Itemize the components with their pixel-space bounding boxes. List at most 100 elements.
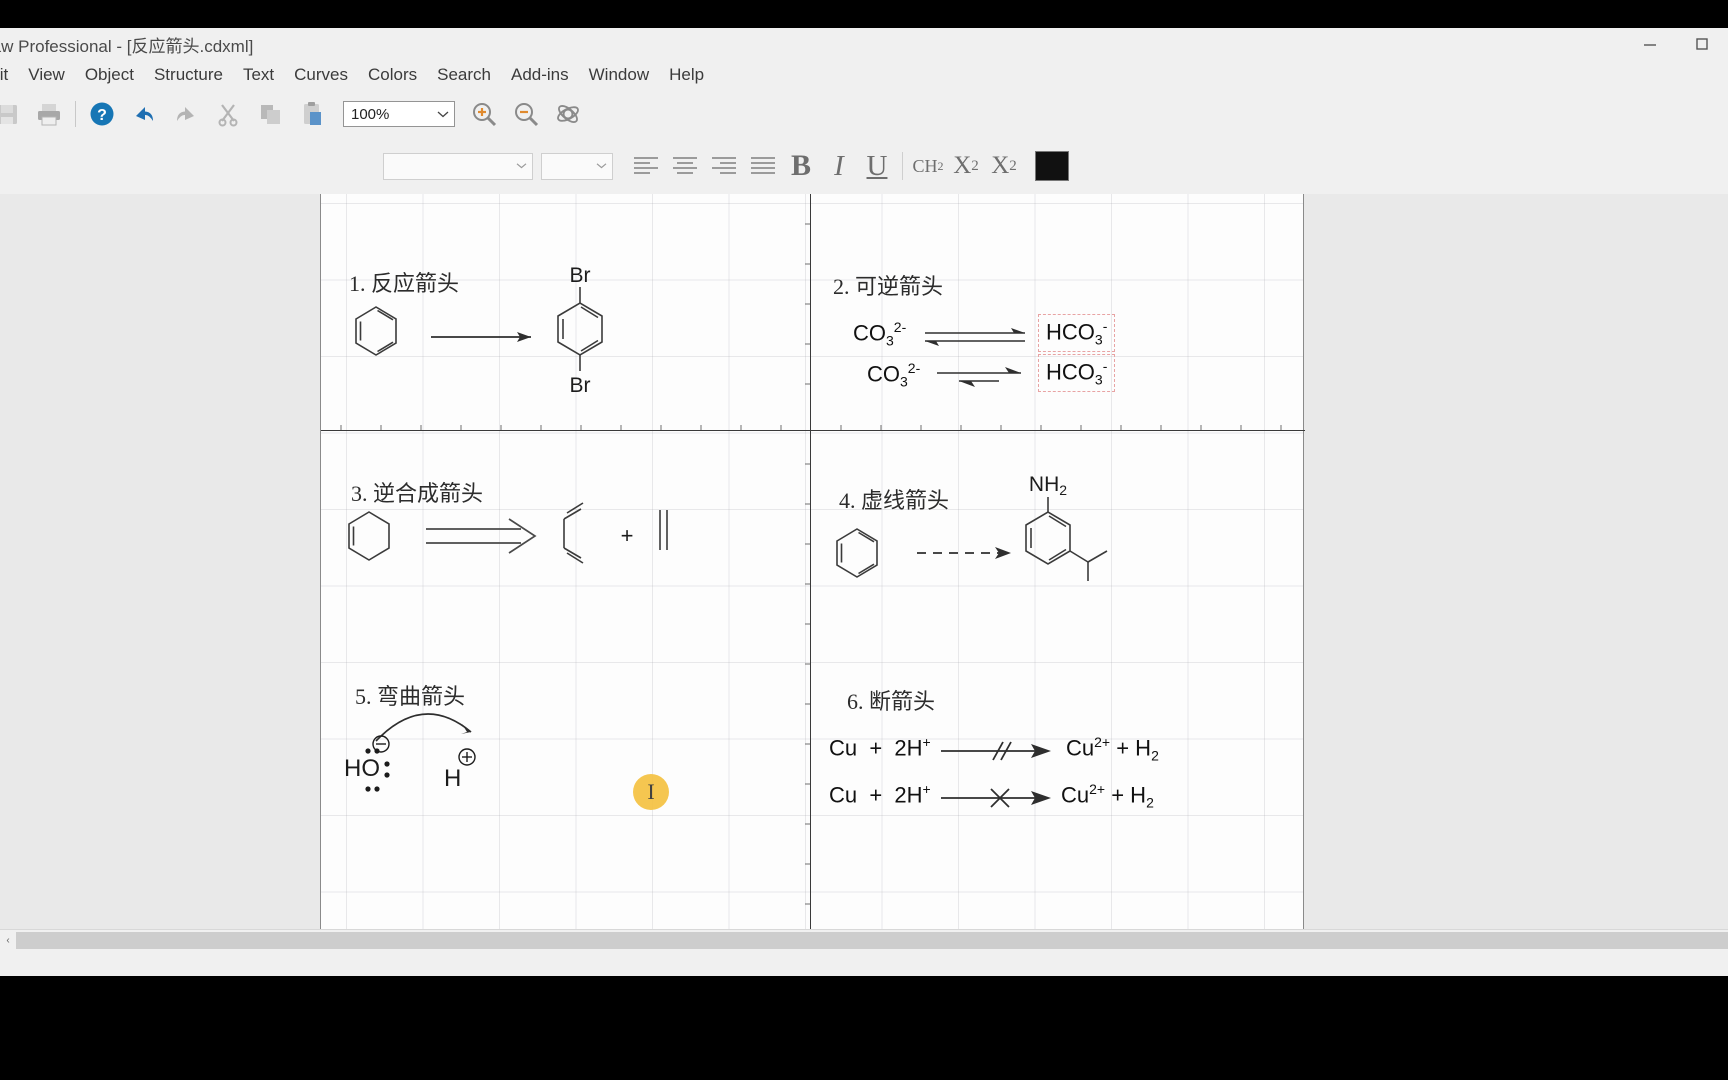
minimize-button[interactable]	[1624, 28, 1676, 60]
equilibrium-arrow-unequal[interactable]	[933, 364, 1027, 390]
canvas-margin-right	[1304, 194, 1728, 929]
dashed-arrow	[917, 547, 1011, 559]
zoom-combobox[interactable]: 100%	[343, 101, 455, 127]
chevron-down-icon[interactable]	[590, 161, 612, 172]
panel-2-number: 2.	[833, 274, 850, 299]
superscript-button[interactable]: X2	[985, 146, 1023, 186]
font-family-combobox[interactable]	[383, 152, 533, 180]
panel-2-label: 2. 可逆箭头	[833, 269, 943, 301]
menu-item-colors[interactable]: Colors	[358, 63, 427, 87]
title-bar: raw Professional - [反应箭头.cdxml]	[0, 28, 1728, 60]
panel-retrosynthetic-arrow[interactable]: 3. 逆合成箭头 +	[331, 431, 809, 631]
nogo-row2-left[interactable]: Cu + 2H+	[829, 781, 931, 808]
menu-item-view[interactable]: View	[18, 63, 75, 87]
panel-curved-arrow[interactable]: 5. 弯曲箭头 HO H	[331, 634, 809, 834]
alignment-group	[626, 147, 782, 185]
align-center-icon[interactable]	[665, 147, 704, 185]
menu-item-structure[interactable]: Structure	[144, 63, 233, 87]
equilibrium-arrow-equal[interactable]	[921, 324, 1031, 350]
panel-4-scheme[interactable]: NH2	[811, 431, 1305, 631]
chevron-down-icon[interactable]	[510, 161, 532, 172]
nogo-row1-right[interactable]: Cu2+ + H2	[1066, 734, 1159, 764]
maximize-button[interactable]	[1676, 28, 1728, 60]
panel-5-scheme[interactable]: HO H	[331, 634, 809, 834]
panel-1-scheme[interactable]: Br Br	[331, 194, 809, 430]
hydroxide-label: HO	[344, 755, 380, 782]
panel-reaction-arrow[interactable]: 1. 反应箭头 Br Br	[331, 194, 809, 430]
butadiene-structure	[563, 502, 584, 564]
dibromobenzene-ring	[557, 287, 603, 371]
menu-item-curves[interactable]: Curves	[284, 63, 358, 87]
panel-6-title: 断箭头	[869, 689, 936, 714]
help-icon[interactable]: ?	[81, 93, 123, 135]
isopropylaniline-ring	[1025, 497, 1108, 581]
undo-icon[interactable]	[123, 93, 165, 135]
print-icon[interactable]	[28, 93, 70, 135]
mouse-cursor: I	[633, 774, 669, 810]
zoom-out-icon[interactable]	[505, 93, 547, 135]
co3-label-row1[interactable]: CO32-	[853, 319, 906, 349]
panel-dashed-arrow[interactable]: 4. 虚线箭头 NH2	[811, 431, 1305, 631]
window-controls	[1624, 28, 1728, 60]
menu-item-object[interactable]: Object	[75, 63, 144, 87]
proton-label: H	[444, 765, 461, 792]
panel-3-scheme[interactable]: +	[331, 431, 809, 631]
align-left-icon[interactable]	[626, 147, 665, 185]
underline-button[interactable]: U	[858, 146, 896, 186]
co3-label-row2[interactable]: CO32-	[867, 360, 920, 390]
menu-item-edit[interactable]: lit	[0, 63, 18, 87]
subscript-button[interactable]: X2	[947, 146, 985, 186]
italic-button[interactable]: I	[820, 146, 858, 186]
document-page[interactable]: 1. 反应箭头 Br Br 2. 可逆箭头 CO32- HCO3- CO32- …	[320, 194, 1305, 929]
zoom-in-icon[interactable]	[463, 93, 505, 135]
no-go-arrow-double-slash[interactable]	[939, 738, 1059, 764]
copy-icon[interactable]	[249, 93, 291, 135]
paste-icon[interactable]	[291, 93, 333, 135]
panel-no-go-arrow[interactable]: 6. 断箭头 Cu + 2H+ Cu2+ + H2 Cu + 2H+ Cu2+ …	[811, 634, 1305, 834]
save-icon[interactable]	[0, 93, 28, 135]
negative-charge-symbol	[372, 735, 390, 753]
text-color-swatch[interactable]	[1035, 151, 1069, 181]
bold-button[interactable]: B	[782, 146, 820, 186]
format-separator	[902, 152, 903, 180]
solid-reaction-arrow	[431, 332, 531, 342]
menu-item-help[interactable]: Help	[659, 63, 714, 87]
hco3-label-row1[interactable]: HCO3-	[1038, 314, 1116, 352]
nogo-row2-right[interactable]: Cu2+ + H2	[1061, 781, 1154, 811]
menu-item-addins[interactable]: Add-ins	[501, 63, 579, 87]
zoom-value: 100%	[351, 105, 390, 123]
panel-6-number: 6.	[847, 689, 864, 714]
cyclohexene-ring	[348, 511, 390, 561]
toolbar-separator	[75, 101, 76, 127]
chemdraw-window: raw Professional - [反应箭头.cdxml] lit View…	[0, 28, 1728, 976]
ethylene-structure	[659, 510, 668, 550]
nogo-row1-left[interactable]: Cu + 2H+	[829, 734, 931, 761]
redo-icon[interactable]	[165, 93, 207, 135]
no-go-arrow-cross[interactable]	[939, 785, 1059, 811]
menu-item-text[interactable]: Text	[233, 63, 284, 87]
benzene-ring	[355, 306, 397, 356]
svg-text:?: ?	[97, 107, 107, 124]
font-size-combobox[interactable]	[541, 152, 613, 180]
rotate-3d-icon[interactable]	[547, 93, 589, 135]
scroll-left-arrow-icon[interactable]: ‹	[0, 935, 16, 946]
scrollbar-track[interactable]	[16, 931, 1728, 949]
chevron-down-icon[interactable]	[432, 102, 454, 126]
menu-item-search[interactable]: Search	[427, 63, 501, 87]
formula-button[interactable]: CH 2	[909, 146, 947, 186]
align-right-icon[interactable]	[704, 147, 743, 185]
hco3-label-row2[interactable]: HCO3-	[1038, 354, 1116, 392]
retrosynthetic-arrow	[426, 518, 537, 554]
label-br-bottom: Br	[570, 374, 591, 397]
align-justify-icon[interactable]	[743, 147, 782, 185]
i-beam-cursor-icon: I	[647, 779, 655, 804]
label-br-top: Br	[570, 264, 591, 287]
main-toolbar: ? 100%	[0, 90, 1728, 138]
panel-6-label: 6. 断箭头	[847, 684, 935, 716]
cut-icon[interactable]	[207, 93, 249, 135]
horizontal-scrollbar[interactable]: ‹	[0, 929, 1728, 950]
panel-reversible-arrow[interactable]: 2. 可逆箭头 CO32- HCO3- CO32- HCO3-	[811, 194, 1305, 430]
panel-2-title: 可逆箭头	[855, 274, 944, 299]
menu-item-window[interactable]: Window	[579, 63, 659, 87]
curved-arrow	[375, 713, 472, 742]
